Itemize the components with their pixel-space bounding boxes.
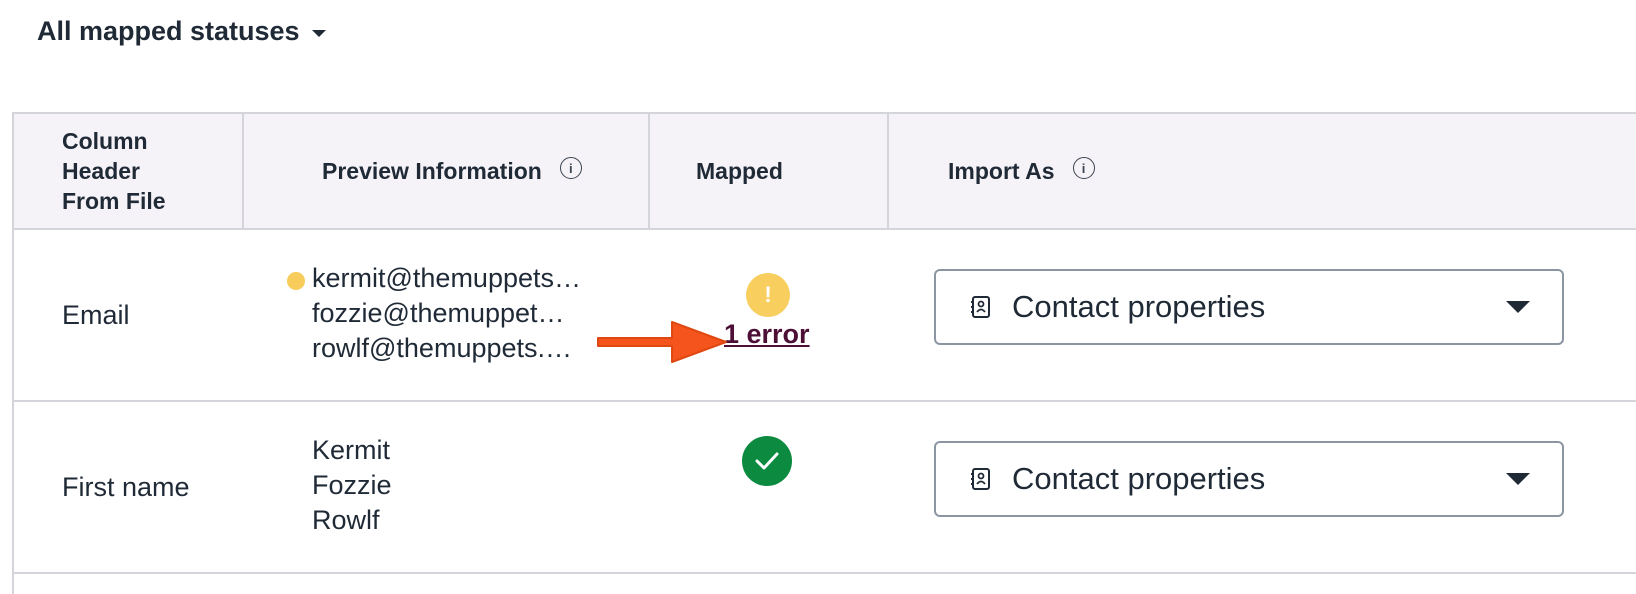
warning-dot-icon bbox=[287, 272, 305, 290]
status-filter-dropdown[interactable]: All mapped statuses bbox=[37, 16, 326, 47]
status-filter-label: All mapped statuses bbox=[37, 16, 300, 46]
table-row: Email kermit@themuppets.com fozzie@themu… bbox=[14, 230, 1636, 402]
chevron-down-icon bbox=[1506, 473, 1530, 485]
header-preview-information: Preview Information i bbox=[256, 114, 678, 228]
table-header: Column Header From File Preview Informat… bbox=[14, 114, 1636, 230]
preview-value: Kermit bbox=[312, 435, 391, 465]
header-label: Preview Information bbox=[322, 157, 542, 184]
preview-value: Rowlf bbox=[312, 505, 380, 535]
error-link[interactable]: 1 error bbox=[724, 319, 810, 350]
preview-value: rowlf@themuppets.com bbox=[312, 333, 576, 363]
mapping-table: Column Header From File Preview Informat… bbox=[12, 112, 1636, 594]
header-label: Import As bbox=[948, 157, 1055, 184]
arrow-annotation bbox=[597, 321, 727, 363]
column-name: Email bbox=[62, 299, 130, 330]
header-import-as: Import As i bbox=[887, 114, 1607, 228]
contact-book-icon bbox=[971, 468, 990, 490]
preview-value: fozzie@themuppets.com bbox=[312, 298, 568, 328]
info-icon[interactable]: i bbox=[1072, 157, 1095, 179]
info-icon[interactable]: i bbox=[559, 157, 582, 179]
checkmark-icon bbox=[742, 436, 792, 486]
header-line: Header bbox=[62, 158, 140, 184]
preview-value: kermit@themuppets.com bbox=[312, 263, 582, 293]
preview-value: Fozzie bbox=[312, 470, 392, 500]
header-line: From File bbox=[62, 188, 166, 214]
preview-values: kermit@themuppets.com fozzie@themuppets.… bbox=[287, 261, 582, 366]
select-value: Contact properties bbox=[1012, 461, 1266, 496]
table-row: First name Kermit Fozzie Rowlf Contact p… bbox=[14, 402, 1636, 574]
header-mapped: Mapped bbox=[648, 114, 896, 228]
header-column-from-file: Column Header From File bbox=[14, 114, 254, 228]
import-as-select[interactable]: Contact properties bbox=[934, 269, 1564, 345]
import-as-select[interactable]: Contact properties bbox=[934, 441, 1564, 517]
warning-icon: ! bbox=[746, 273, 790, 317]
chevron-down-icon bbox=[1506, 301, 1530, 313]
header-label: Mapped bbox=[696, 157, 783, 184]
contact-book-icon bbox=[971, 296, 990, 318]
header-line: Column bbox=[62, 128, 148, 154]
select-value: Contact properties bbox=[1012, 289, 1266, 324]
preview-values: Kermit Fozzie Rowlf bbox=[312, 433, 582, 538]
column-name: First name bbox=[62, 471, 190, 502]
chevron-down-icon bbox=[311, 30, 326, 37]
column-divider bbox=[242, 114, 244, 228]
